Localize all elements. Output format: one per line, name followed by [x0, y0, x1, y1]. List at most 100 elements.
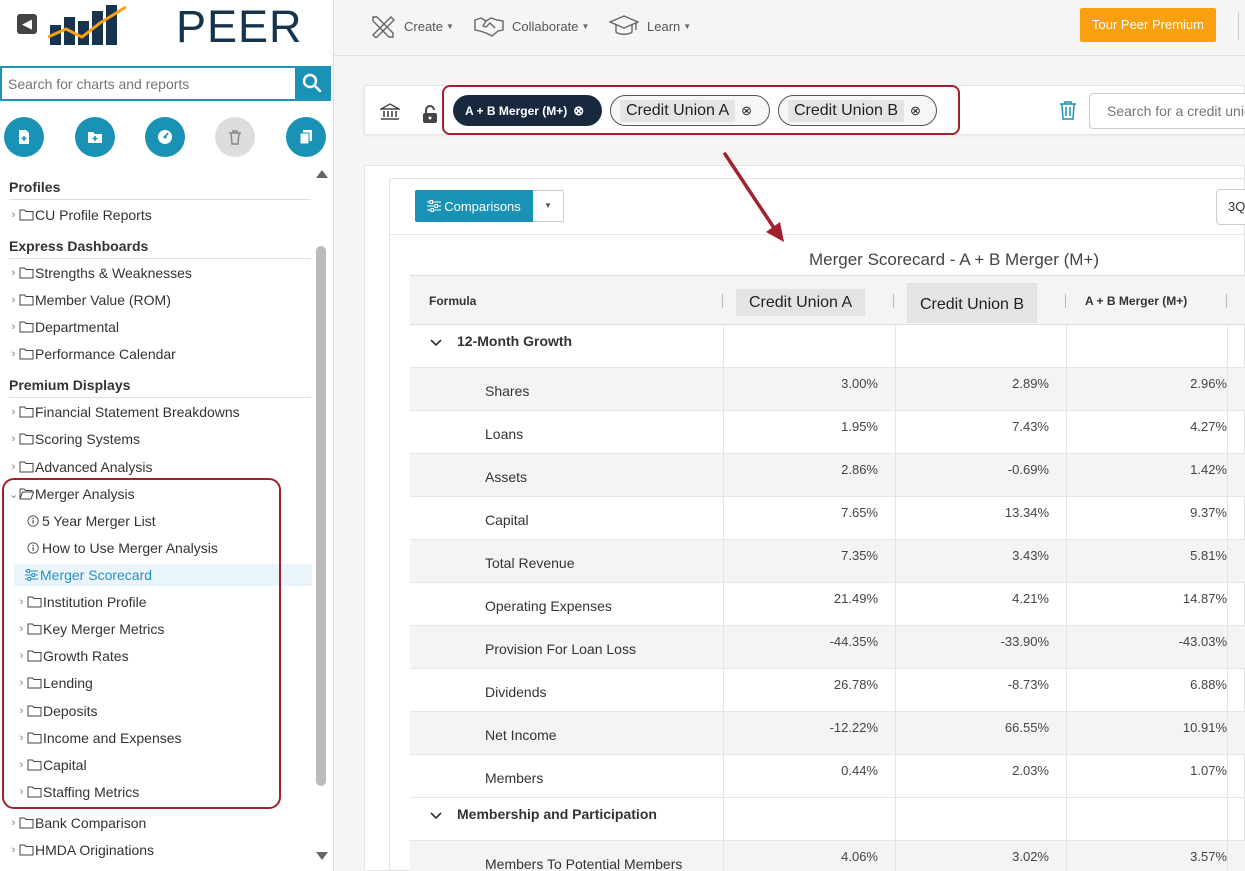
selected-institutions-highlight: A + B Merger (M+) ⊗ Credit Union A ⊗ Cre… [442, 85, 960, 135]
comparisons-dropdown-toggle[interactable]: ▼ [533, 190, 564, 222]
folder-icon [19, 348, 34, 360]
table-row[interactable]: Capital 7.65% 13.34% 9.37% [410, 497, 1245, 540]
period-select[interactable]: 3Q [1216, 189, 1245, 225]
comparisons-button[interactable]: Comparisons [415, 190, 533, 222]
section-heading: Express Dashboards [9, 238, 149, 254]
new-folder-button[interactable] [75, 117, 115, 157]
trash-icon[interactable] [1059, 100, 1077, 120]
cell-divider [723, 583, 724, 626]
copy-icon [299, 130, 312, 145]
cell-divider [723, 669, 724, 712]
tree-item-scoring-systems[interactable]: › Scoring Systems [9, 428, 140, 450]
table-row[interactable]: Members To Potential Members 4.06% 3.02% 3.… [410, 841, 1245, 871]
chevron-right-icon[interactable]: › [9, 348, 18, 360]
table-row[interactable]: Provision For Loan Loss -44.35% -33.90% -43… [410, 626, 1245, 669]
column-header-formula[interactable]: Formula [429, 294, 476, 308]
row-value: 7.35% [841, 548, 878, 563]
column-resize-handle[interactable] [1065, 294, 1066, 308]
chevron-right-icon[interactable]: › [9, 817, 18, 829]
chevron-right-icon[interactable]: › [9, 209, 18, 221]
nav-create[interactable]: Create ▼ [370, 14, 454, 38]
search-button[interactable] [295, 68, 329, 99]
table-row[interactable]: Operating Expenses 21.49% 4.21% 14.87% [410, 583, 1245, 626]
chevron-right-icon[interactable]: › [9, 321, 18, 333]
nav-learn[interactable]: Learn ▼ [609, 14, 691, 38]
cell-divider [895, 841, 896, 871]
tree-item-strengths-weaknesses[interactable]: › Strengths & Weaknesses [9, 262, 192, 284]
tree-item-departmental[interactable]: › Departmental [9, 316, 119, 338]
tree-item-advanced-analysis[interactable]: › Advanced Analysis [9, 456, 153, 478]
credit-union-search-input[interactable] [1089, 93, 1245, 129]
chevron-right-icon[interactable]: › [9, 294, 18, 306]
row-value: -43.03% [1178, 634, 1227, 649]
nav-collaborate[interactable]: Collaborate ▼ [474, 14, 589, 38]
column-header-credit-union-a[interactable]: Credit Union A [736, 289, 866, 316]
cell-divider [723, 411, 724, 454]
collapse-sidebar-button[interactable]: ◀ [17, 14, 37, 34]
column-resize-handle[interactable] [1226, 294, 1227, 308]
cell-divider [895, 626, 896, 669]
chip-credit-union-b[interactable]: Credit Union B ⊗ [778, 95, 937, 126]
chevron-down-icon[interactable] [430, 339, 442, 347]
tree-item-label: Scoring Systems [35, 431, 141, 447]
lock-open-icon[interactable] [422, 105, 438, 123]
scroll-up-arrow[interactable] [316, 170, 328, 178]
cell-divider [1227, 755, 1228, 798]
chevron-right-icon[interactable]: › [9, 433, 18, 445]
remove-chip-icon[interactable]: ⊗ [741, 103, 752, 119]
cell-divider [723, 497, 724, 540]
folder-icon [19, 406, 34, 418]
table-group-row[interactable]: Membership and Participation [410, 798, 1245, 841]
chevron-right-icon[interactable]: › [9, 461, 18, 473]
table-row[interactable]: Shares 3.00% 2.89% 2.96% [410, 368, 1245, 411]
folder-icon [19, 461, 34, 473]
bank-icon[interactable] [380, 103, 400, 121]
merger-analysis-highlight [2, 478, 281, 809]
chart-search-input[interactable] [2, 68, 295, 99]
tree-item-bank-comparison[interactable]: › Bank Comparison [9, 812, 147, 834]
folder-icon [19, 433, 34, 445]
group-label: Membership and Participation [457, 806, 657, 822]
remove-chip-icon[interactable]: ⊗ [910, 103, 921, 119]
tour-premium-button[interactable]: Tour Peer Premium [1080, 8, 1216, 42]
chevron-right-icon[interactable]: › [9, 844, 18, 856]
row-value: 9.37% [1190, 505, 1227, 520]
column-resize-handle[interactable] [722, 294, 723, 308]
cell-divider [1227, 540, 1228, 583]
chip-merger[interactable]: A + B Merger (M+) ⊗ [453, 95, 602, 126]
table-row[interactable]: Dividends 26.78% -8.73% 6.88% [410, 669, 1245, 712]
scroll-thumb[interactable] [316, 246, 326, 786]
row-value: 26.78% [833, 677, 878, 692]
copy-button[interactable] [286, 117, 326, 157]
peer-logo[interactable]: PEER [47, 3, 302, 49]
table-row[interactable]: Members 0.44% 2.03% 1.07% [410, 755, 1245, 798]
column-header-merger[interactable]: A + B Merger (M+) [1085, 294, 1187, 308]
table-row[interactable]: Loans 1.95% 7.43% 4.27% [410, 411, 1245, 454]
chip-credit-union-a[interactable]: Credit Union A ⊗ [610, 95, 770, 126]
dashboard-button[interactable] [145, 117, 185, 157]
table-row[interactable]: Total Revenue 7.35% 3.43% 5.81% [410, 540, 1245, 583]
table-group-row[interactable]: 12-Month Growth [410, 325, 1245, 368]
column-resize-handle[interactable] [893, 294, 894, 308]
column-header-credit-union-b[interactable]: Credit Union B [907, 283, 1038, 323]
tree-item-performance-calendar[interactable]: › Performance Calendar [9, 343, 176, 365]
sliders-icon [427, 200, 442, 212]
tree-item-hmda-originations[interactable]: › HMDA Originations [9, 839, 154, 861]
tree-item-financial-statement-breakdowns[interactable]: › Financial Statement Breakdowns [9, 401, 240, 423]
cell-divider [895, 755, 896, 798]
tree-item-cu-profile-reports[interactable]: › CU Profile Reports [9, 204, 152, 226]
row-value: 14.87% [1182, 591, 1227, 606]
chevron-right-icon[interactable]: › [9, 406, 18, 418]
chevron-down-icon[interactable] [430, 812, 442, 820]
new-report-button[interactable] [4, 117, 44, 157]
chevron-right-icon[interactable]: › [9, 267, 18, 279]
scroll-down-arrow[interactable] [316, 852, 328, 860]
tree-item-member-value-rom[interactable]: › Member Value (ROM) [9, 289, 171, 311]
sidebar-scrollbar[interactable] [314, 168, 328, 866]
table-row[interactable]: Net Income -12.22% 66.55% 10.91% [410, 712, 1245, 755]
table-row[interactable]: Assets 2.86% -0.69% 1.42% [410, 454, 1245, 497]
remove-chip-icon[interactable]: ⊗ [573, 103, 584, 119]
cell-divider [895, 497, 896, 540]
cell-divider [1227, 712, 1228, 755]
delete-button[interactable] [215, 117, 255, 157]
